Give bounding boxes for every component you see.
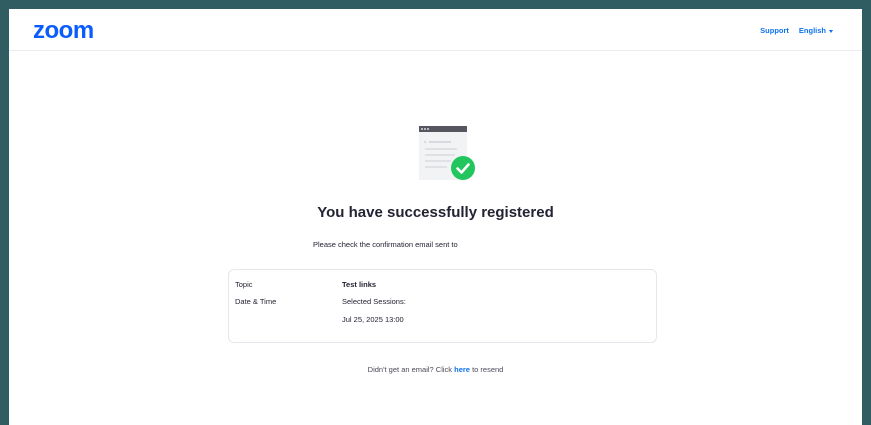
zoom-logo[interactable]: zoom [33,19,94,43]
selected-sessions-label: Selected Sessions: [342,297,406,306]
document-check-icon [419,126,475,180]
registration-details-card: Topic Test links Date & Time Selected Se… [228,269,657,343]
resend-suffix: to resend [469,365,504,374]
top-header: zoom Support English [9,9,862,51]
topic-label: Topic [235,280,253,289]
resend-email-prompt: Didn't get an email? Click here to resen… [0,365,871,374]
registration-success-illustration [417,126,477,182]
topic-value: Test links [342,280,377,289]
session-datetime-value: Jul 25, 2025 13:00 [342,315,404,324]
language-label: English [798,26,826,35]
resend-prefix: Didn't get an email? Click [367,365,455,374]
chevron-down-icon [829,29,833,33]
resend-link[interactable]: here [454,365,470,374]
support-link[interactable]: Support [760,26,789,35]
language-selector[interactable]: English [799,26,833,35]
datetime-label: Date & Time [235,297,277,306]
page-title: You have successfully registered [317,204,554,221]
header-nav: Support English [760,26,833,35]
confirmation-instructions: Please check the confirmation email sent… [313,240,458,249]
